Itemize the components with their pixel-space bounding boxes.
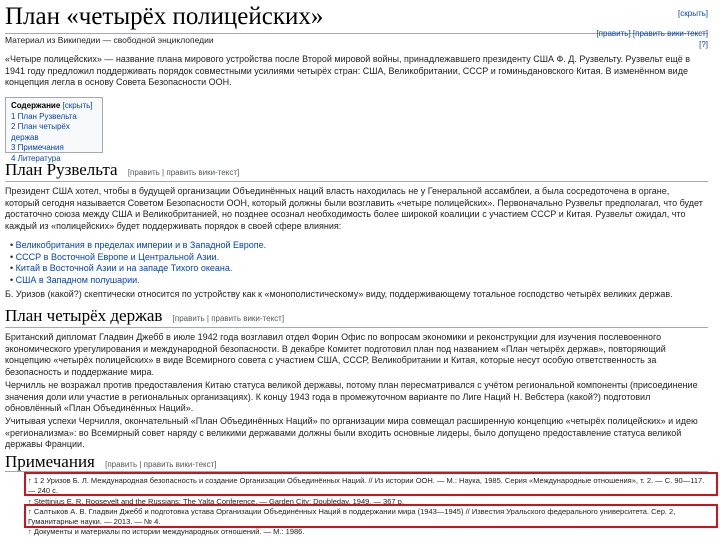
help-link[interactable]: [?]	[699, 40, 708, 49]
toc-title: Содержание	[11, 101, 61, 110]
intro-paragraph: «Четыре полицейских» — название плана ми…	[5, 54, 691, 87]
spheres-list: Великобритания в пределах империи и в За…	[10, 240, 710, 286]
section-divider	[5, 327, 708, 328]
edit-wikitext-link[interactable]: [править вики-текст]	[633, 29, 708, 38]
section-edit-link[interactable]: [править | править вики-текст]	[128, 168, 239, 177]
highlight-box	[24, 472, 718, 496]
list-item: США в Западном полушарии.	[10, 275, 710, 287]
section-edit-link[interactable]: [править | править вики-текст]	[173, 314, 284, 323]
highlight-box	[24, 504, 718, 528]
edit-link[interactable]: [править]	[596, 29, 630, 38]
toc-item-2[interactable]: 2 План четырёх держав	[11, 122, 97, 143]
section-heading-four-powers: План четырёх держав [править | править в…	[5, 306, 284, 329]
list-item: СССР в Восточной Европе и Центральной Аз…	[10, 252, 710, 264]
section-title: Примечания	[5, 452, 95, 471]
toc-item-3[interactable]: 3 Примечания	[11, 143, 97, 154]
reference-4: ↑ Документы и материалы по истории между…	[28, 527, 305, 536]
section-divider	[5, 181, 708, 182]
list-item: Великобритания в пределах империи и в За…	[10, 240, 710, 252]
hide-link[interactable]: [скрыть]	[678, 8, 708, 20]
section-title: План четырёх держав	[5, 306, 163, 325]
section-edit-link[interactable]: [править | править вики-текст]	[105, 460, 216, 469]
page-title: План «четырёх полицейских»	[5, 3, 324, 30]
jebb-paragraph: Британский дипломат Гладвин Джебб в июле…	[5, 332, 666, 377]
wiki-page: План «четырёх полицейских» [скрыть] [пра…	[0, 0, 720, 540]
un-plan-paragraph: Учитывая успехи Черчилля, окончательный …	[5, 416, 698, 449]
section-title: План Рузвельта	[5, 160, 118, 179]
toc-toggle[interactable]: [скрыть]	[63, 101, 93, 110]
toc-item-1[interactable]: 1 План Рузвельта	[11, 112, 97, 123]
churchill-paragraph: Черчилль не возражал против предоставлен…	[5, 380, 698, 413]
table-of-contents: Содержание [скрыть] 1 План Рузвельта 2 П…	[5, 97, 103, 163]
page-tools: [править] [править вики-текст] [?]	[588, 28, 708, 50]
section-heading-roosevelt: План Рузвельта [править | править вики-т…	[5, 160, 239, 183]
subtitle: Материал из Википедии — свободной энцикл…	[5, 35, 214, 45]
roosevelt-paragraph: Президент США хотел, чтобы в будущей орг…	[5, 186, 703, 231]
urizov-note: Б. Уризов (какой?) скептически относится…	[5, 289, 673, 299]
list-item: Китай в Восточной Азии и на западе Тихог…	[10, 263, 710, 275]
